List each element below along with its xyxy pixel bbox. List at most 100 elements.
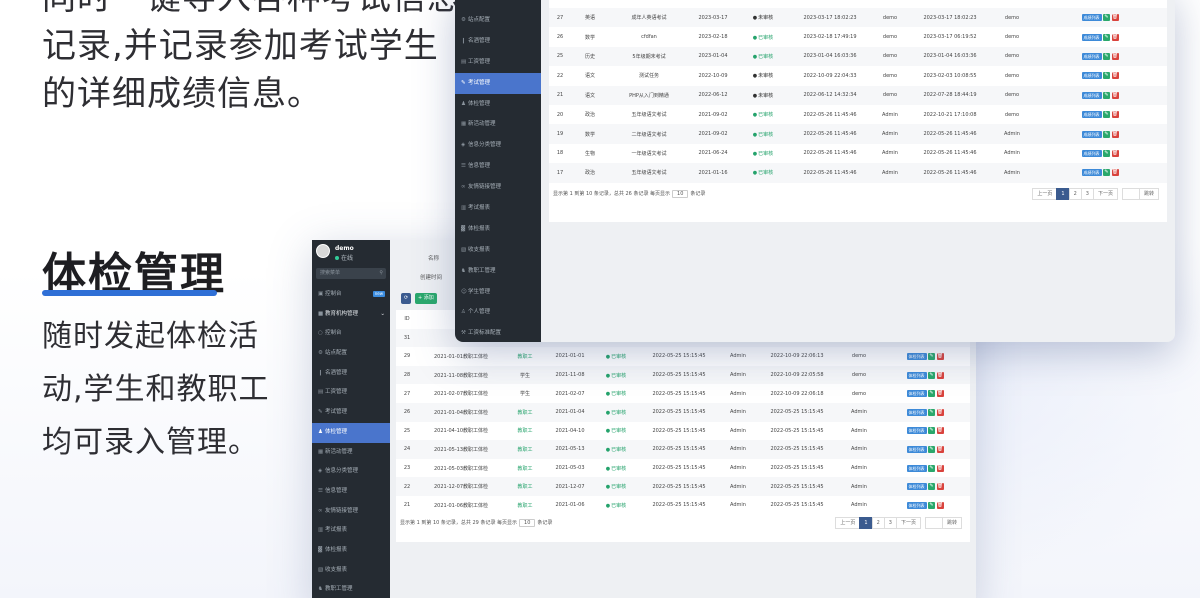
delete-button[interactable]: 🗑 xyxy=(1111,111,1119,119)
table-row[interactable]: 25 2021-04-10教职工体检 教职工 2021-04-10 已审核 2022-05… xyxy=(396,422,970,441)
edit-button[interactable]: ✎ xyxy=(1103,130,1110,138)
list-button[interactable]: 体检列表 xyxy=(906,408,927,416)
table-row[interactable]: 24 2021-05-13教职工体检 教职工 2021-05-13 已审核 2022-05… xyxy=(396,440,970,459)
sidebar-item[interactable]: ▓ 体检报表 xyxy=(312,541,390,561)
next-page-button[interactable]: 下一页 xyxy=(1092,188,1118,200)
prev-page-button[interactable]: 上一页 xyxy=(835,517,861,529)
sidebar-item[interactable]: ◈ 信息分类管理 xyxy=(312,462,390,482)
edit-button[interactable]: ✎ xyxy=(1103,149,1110,157)
refresh-button[interactable]: ⟳ xyxy=(401,293,412,304)
list-button[interactable]: 体检列表 xyxy=(906,464,927,472)
table-row[interactable]: 28 2021-11-08教职工体检 学生 2021-11-08 已审核 2022-05-… xyxy=(396,365,970,385)
sidebar-item[interactable]: ▧ 收支报表 xyxy=(312,561,390,581)
sidebar-item[interactable]: ❙ 名酒管理 xyxy=(312,364,390,384)
sidebar-item[interactable]: ▤ 工资管理 xyxy=(312,383,390,403)
sidebar-search-input[interactable]: 搜索菜单 ⚲ xyxy=(316,268,386,279)
edit-button[interactable]: ✎ xyxy=(928,483,935,491)
list-button[interactable]: 体检列表 xyxy=(906,445,927,453)
edit-button[interactable]: ✎ xyxy=(1103,91,1110,99)
page-size-select[interactable]: 10 xyxy=(672,190,689,198)
edit-button[interactable]: ✎ xyxy=(928,352,935,360)
edit-button[interactable]: ✎ xyxy=(1103,72,1110,80)
table-row[interactable]: 27 2021-02-07教职工体检 学生 2021-02-07 已审核 2022-05-… xyxy=(396,384,970,403)
sidebar-item[interactable]: ▥ 考试报表 xyxy=(312,521,390,541)
sidebar-item[interactable]: ∞ 友情链接管理 xyxy=(312,502,390,522)
table-row[interactable]: 17 政治 五年级语文考试 2021-01-16 已审核 2022-05-26 11:45… xyxy=(549,163,1167,183)
delete-button[interactable]: 🗑 xyxy=(1111,149,1119,157)
sidebar-item[interactable]: ▤ 工资管理 xyxy=(455,52,541,73)
list-button[interactable]: 体检列表 xyxy=(906,390,927,398)
sidebar-item[interactable]: ☰ 信息管理 xyxy=(455,156,541,177)
list-button[interactable]: 体检列表 xyxy=(906,352,927,360)
delete-button[interactable]: 🗑 xyxy=(1111,91,1119,99)
edit-button[interactable]: ✎ xyxy=(928,445,935,453)
sidebar-item[interactable]: ■ 教育机构管理 ⌄ xyxy=(312,305,390,325)
list-button[interactable]: 成绩列表 xyxy=(1081,14,1102,22)
edit-button[interactable]: ✎ xyxy=(1103,52,1110,60)
table-row[interactable]: 26 数学 cfdfan 2023-02-18 已审核 2023-02-18 17:49:… xyxy=(549,27,1167,46)
list-button[interactable]: 成绩列表 xyxy=(1081,169,1102,177)
table-row[interactable]: 18 生物 一年级语文考试 2021-06-24 已审核 2022-05-26 11:45… xyxy=(549,144,1167,163)
sidebar-item[interactable]: ▧ 收支报表 xyxy=(455,240,541,261)
sidebar-item[interactable]: ▓ 体检报表 xyxy=(455,219,541,240)
list-button[interactable]: 体检列表 xyxy=(906,371,927,379)
delete-button[interactable]: 🗑 xyxy=(1111,33,1119,41)
jump-page-input[interactable] xyxy=(924,517,943,529)
sidebar-item[interactable]: ☰ 信息管理 xyxy=(312,482,390,502)
sidebar-item[interactable]: ▦ 新活动管理 xyxy=(455,114,541,135)
sidebar-item[interactable]: ✎ 考试管理 xyxy=(455,72,541,94)
add-button[interactable]: + 添加 xyxy=(415,293,437,304)
delete-button[interactable]: 🗑 xyxy=(936,352,944,360)
edit-button[interactable]: ✎ xyxy=(928,371,935,379)
sidebar-item[interactable]: ♙ 个人管理 xyxy=(455,302,541,323)
sidebar-item[interactable]: ▦ 新活动管理 xyxy=(312,443,390,463)
list-button[interactable]: 成绩列表 xyxy=(1081,52,1102,60)
table-row[interactable]: 23 2021-05-03教职工体检 教职工 2021-05-03 已审核 2022-05… xyxy=(396,459,970,478)
next-page-button[interactable]: 下一页 xyxy=(895,517,921,529)
list-button[interactable]: 体检列表 xyxy=(906,483,927,491)
edit-button[interactable]: ✎ xyxy=(1103,111,1110,119)
sidebar-item[interactable]: ∞ 友情链接管理 xyxy=(455,177,541,198)
table-row[interactable]: 20 政治 五年级语文考试 2021-09-02 已审核 2022-05-26 11:45… xyxy=(549,105,1167,124)
table-row[interactable]: 26 2021-01-04教职工体检 教职工 2021-01-04 已审核 2022-05… xyxy=(396,402,970,422)
sidebar-item[interactable]: ♞ 教职工管理 xyxy=(312,580,390,598)
search-icon[interactable]: ⚲ xyxy=(379,268,383,279)
avatar[interactable] xyxy=(316,244,330,258)
delete-button[interactable]: 🗑 xyxy=(936,464,944,472)
delete-button[interactable]: 🗑 xyxy=(1111,52,1119,60)
table-row[interactable]: 21 语文 PHP从入门到精通 2022-06-12 未审核 2022-06-12 14:… xyxy=(549,85,1167,105)
edit-button[interactable]: ✎ xyxy=(928,501,935,509)
edit-button[interactable]: ✎ xyxy=(928,408,935,416)
list-button[interactable]: 成绩列表 xyxy=(1081,111,1102,119)
header-id[interactable]: ID xyxy=(396,310,418,329)
list-button[interactable]: 成绩列表 xyxy=(1081,91,1102,99)
sidebar-item[interactable]: ♞ 教职工管理 xyxy=(455,261,541,282)
edit-button[interactable]: ✎ xyxy=(928,464,935,472)
delete-button[interactable]: 🗑 xyxy=(1111,72,1119,80)
sidebar-item[interactable]: ♟ 体检管理 xyxy=(455,94,541,115)
delete-button[interactable]: 🗑 xyxy=(1111,169,1119,177)
sidebar-item[interactable]: ⚒ 工资标准配置 xyxy=(455,323,541,342)
delete-button[interactable]: 🗑 xyxy=(936,390,944,398)
table-row[interactable]: 27 英语 成年人英语考试 2023-03-17 未审核 2023-03-17 18:02… xyxy=(549,8,1167,28)
list-button[interactable]: 成绩列表 xyxy=(1081,130,1102,138)
sidebar-item[interactable]: ⚙ 站点配置 xyxy=(455,10,541,31)
sidebar-item[interactable]: ☺学生管理 xyxy=(455,282,541,303)
sidebar-item[interactable]: ❙ 名酒管理 xyxy=(455,31,541,52)
sidebar-item[interactable]: ✎ 考试管理 xyxy=(312,403,390,423)
jump-button[interactable]: 跳转 xyxy=(941,517,962,529)
table-row[interactable]: 22 2021-12-07教职工体检 教职工 2021-12-07 已审核 2022-05… xyxy=(396,477,970,496)
table-row[interactable]: 25 历史 5年级期末考试 2023-01-04 已审核 2023-01-04 16:03… xyxy=(549,46,1167,67)
sidebar-item[interactable]: ▥ 考试报表 xyxy=(455,198,541,219)
table-row[interactable]: 19 数学 二年级语文考试 2021-09-02 已审核 2022-05-26 11:45… xyxy=(549,124,1167,144)
sidebar-item[interactable]: ◈ 信息分类管理 xyxy=(455,135,541,156)
delete-button[interactable]: 🗑 xyxy=(936,501,944,509)
jump-page-input[interactable] xyxy=(1121,188,1140,200)
page-size-select[interactable]: 10 xyxy=(519,519,536,527)
delete-button[interactable]: 🗑 xyxy=(936,371,944,379)
prev-page-button[interactable]: 上一页 xyxy=(1032,188,1058,200)
delete-button[interactable]: 🗑 xyxy=(936,483,944,491)
sidebar-item[interactable]: ▣ 控制台 new xyxy=(312,285,390,305)
sidebar-item[interactable]: ♟ 体检管理 xyxy=(312,422,390,443)
edit-button[interactable]: ✎ xyxy=(1103,169,1110,177)
